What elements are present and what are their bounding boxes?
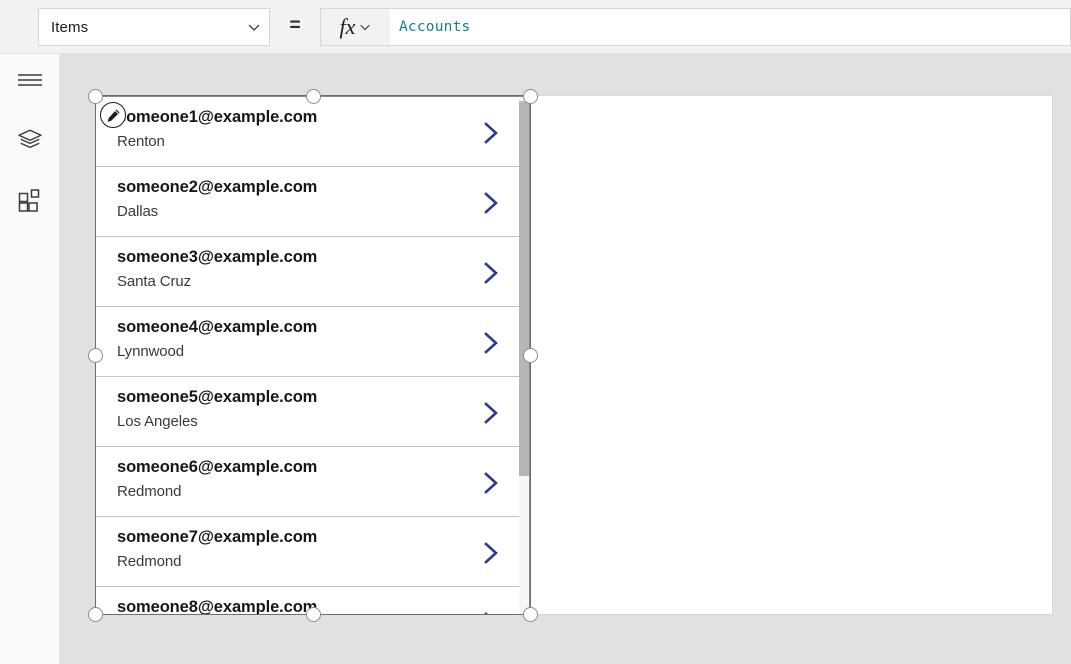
gallery-item-title: someone4@example.com xyxy=(117,318,317,337)
hamburger-menu-icon xyxy=(17,71,43,94)
gallery-scrollbar-thumb[interactable] xyxy=(519,101,529,476)
gallery-item-title: someone6@example.com xyxy=(117,458,317,477)
gallery-item[interactable]: someone4@example.com Lynnwood xyxy=(96,307,521,377)
pencil-edit-icon[interactable] xyxy=(100,102,126,128)
gallery-item-subtitle: Dallas xyxy=(117,203,158,220)
formula-input[interactable]: Accounts xyxy=(390,8,1071,46)
gallery-item[interactable]: someone5@example.com Los Angeles xyxy=(96,377,521,447)
gallery-scroll-viewport[interactable]: someone1@example.com Renton someone2@examp… xyxy=(96,97,530,615)
resize-handle-bottom-left[interactable] xyxy=(88,607,103,622)
gallery-item-subtitle: Renton xyxy=(117,133,165,150)
formula-bar: Items = fx Accounts xyxy=(0,0,1071,54)
property-dropdown[interactable]: Items xyxy=(38,8,270,46)
gallery-item-subtitle: Lynnwood xyxy=(117,343,184,360)
gallery-item-title: someone3@example.com xyxy=(117,248,317,267)
chevron-right-icon[interactable] xyxy=(479,469,503,497)
property-dropdown-value: Items xyxy=(39,19,239,36)
resize-handle-top-right[interactable] xyxy=(523,89,538,104)
rail-item-menu[interactable] xyxy=(0,58,59,106)
gallery-item[interactable]: someone1@example.com Renton xyxy=(96,97,521,167)
chevron-right-icon[interactable] xyxy=(479,539,503,567)
rail-item-insert[interactable] xyxy=(0,178,59,226)
gallery-item[interactable]: someone3@example.com Santa Cruz xyxy=(96,237,521,307)
resize-handle-bottom-center[interactable] xyxy=(306,607,321,622)
resize-handle-top-center[interactable] xyxy=(306,89,321,104)
gallery-item-title: someone7@example.com xyxy=(117,528,317,547)
gallery-item[interactable]: someone7@example.com Redmond xyxy=(96,517,521,587)
chevron-right-icon[interactable] xyxy=(479,119,503,147)
gallery-item-title: someone5@example.com xyxy=(117,388,317,407)
gallery-item[interactable]: someone2@example.com Dallas xyxy=(96,167,521,237)
components-grid-icon xyxy=(17,188,43,217)
gallery-item[interactable]: someone6@example.com Redmond xyxy=(96,447,521,517)
chevron-right-icon[interactable] xyxy=(479,399,503,427)
gallery-item-title: someone2@example.com xyxy=(117,178,317,197)
chevron-down-icon xyxy=(359,21,371,33)
gallery-item-subtitle: Redmond xyxy=(117,483,181,500)
gallery-item-title: someone8@example.com xyxy=(117,598,317,615)
chevron-right-icon[interactable] xyxy=(479,259,503,287)
left-rail xyxy=(0,54,60,664)
gallery-item-subtitle: Redmond xyxy=(117,553,181,570)
formula-text: Accounts xyxy=(390,19,470,35)
function-icon: fx xyxy=(340,16,356,38)
chevron-down-icon xyxy=(239,20,269,34)
fx-button[interactable]: fx xyxy=(320,8,390,46)
gallery-control[interactable]: someone1@example.com Renton someone2@examp… xyxy=(95,96,530,615)
gallery-item-subtitle: Santa Cruz xyxy=(117,273,191,290)
rail-item-tree-view[interactable] xyxy=(0,118,59,166)
gallery-item-subtitle: Los Angeles xyxy=(117,413,198,430)
resize-handle-bottom-right[interactable] xyxy=(523,607,538,622)
resize-handle-top-left[interactable] xyxy=(88,89,103,104)
resize-handle-middle-left[interactable] xyxy=(88,348,103,363)
layers-icon xyxy=(17,128,43,157)
chevron-right-icon[interactable] xyxy=(479,189,503,217)
resize-handle-middle-right[interactable] xyxy=(523,348,538,363)
gallery-item-title: someone1@example.com xyxy=(117,108,317,127)
chevron-right-icon[interactable] xyxy=(479,329,503,357)
equals-sign: = xyxy=(285,13,305,39)
